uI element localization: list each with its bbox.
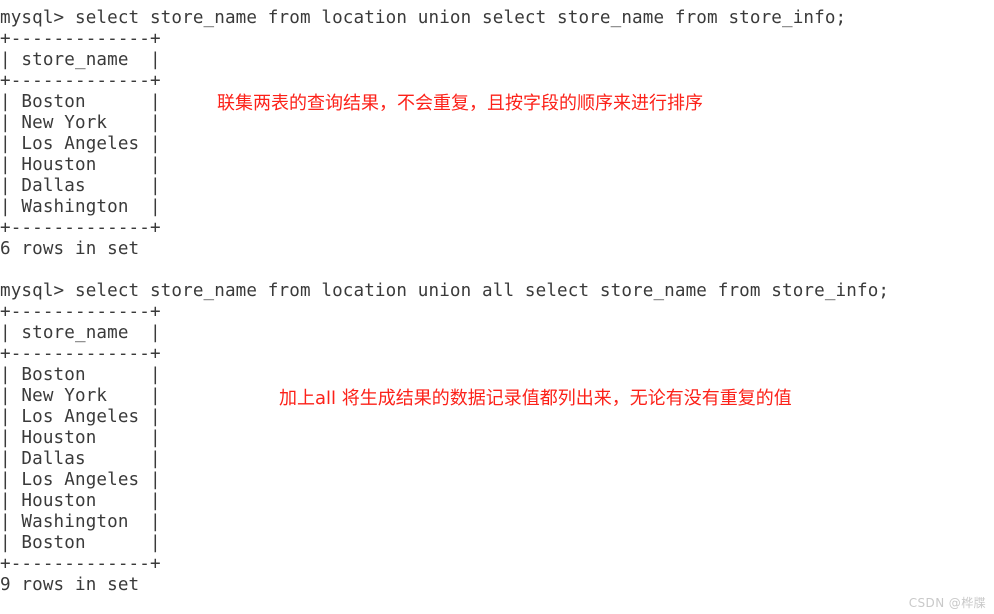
table-row: | Houston | bbox=[0, 155, 161, 175]
terminal-output-area: mysql> select store_name from location u… bbox=[0, 0, 994, 614]
annotation-union-note: 联集两表的查询结果，不会重复，且按字段的顺序来进行排序 bbox=[217, 93, 703, 114]
table-row: | Washington | bbox=[0, 512, 161, 532]
table-row: | Boston | bbox=[0, 92, 161, 112]
table-header-separator: +-------------+ bbox=[0, 344, 161, 364]
table-header-row: | store_name | bbox=[0, 323, 161, 343]
mysql-command-union: mysql> select store_name from location u… bbox=[0, 8, 847, 28]
table-row: | Dallas | bbox=[0, 176, 161, 196]
table-top-border: +-------------+ bbox=[0, 302, 161, 322]
table-row: | New York | bbox=[0, 386, 161, 406]
table-header-row: | store_name | bbox=[0, 50, 161, 70]
table-row: | Dallas | bbox=[0, 449, 161, 469]
result-status-union: 6 rows in set bbox=[0, 239, 140, 259]
table-row: | New York | bbox=[0, 113, 161, 133]
table-bottom-border: +-------------+ bbox=[0, 218, 161, 238]
table-row: | Houston | bbox=[0, 491, 161, 511]
table-row: | Washington | bbox=[0, 197, 161, 217]
table-header-separator: +-------------+ bbox=[0, 71, 161, 91]
table-row: | Los Angeles | bbox=[0, 134, 161, 154]
table-top-border: +-------------+ bbox=[0, 29, 161, 49]
table-row: | Los Angeles | bbox=[0, 407, 161, 427]
result-status-union-all: 9 rows in set bbox=[0, 575, 140, 595]
mysql-command-union-all: mysql> select store_name from location u… bbox=[0, 281, 890, 301]
csdn-watermark: CSDN @桦牒 bbox=[908, 596, 986, 610]
table-row: | Boston | bbox=[0, 365, 161, 385]
annotation-union-all-note: 加上all 将生成结果的数据记录值都列出来，无论有没有重复的值 bbox=[279, 388, 792, 409]
table-row: | Houston | bbox=[0, 428, 161, 448]
table-bottom-border: +-------------+ bbox=[0, 554, 161, 574]
table-row: | Los Angeles | bbox=[0, 470, 161, 490]
table-row: | Boston | bbox=[0, 533, 161, 553]
